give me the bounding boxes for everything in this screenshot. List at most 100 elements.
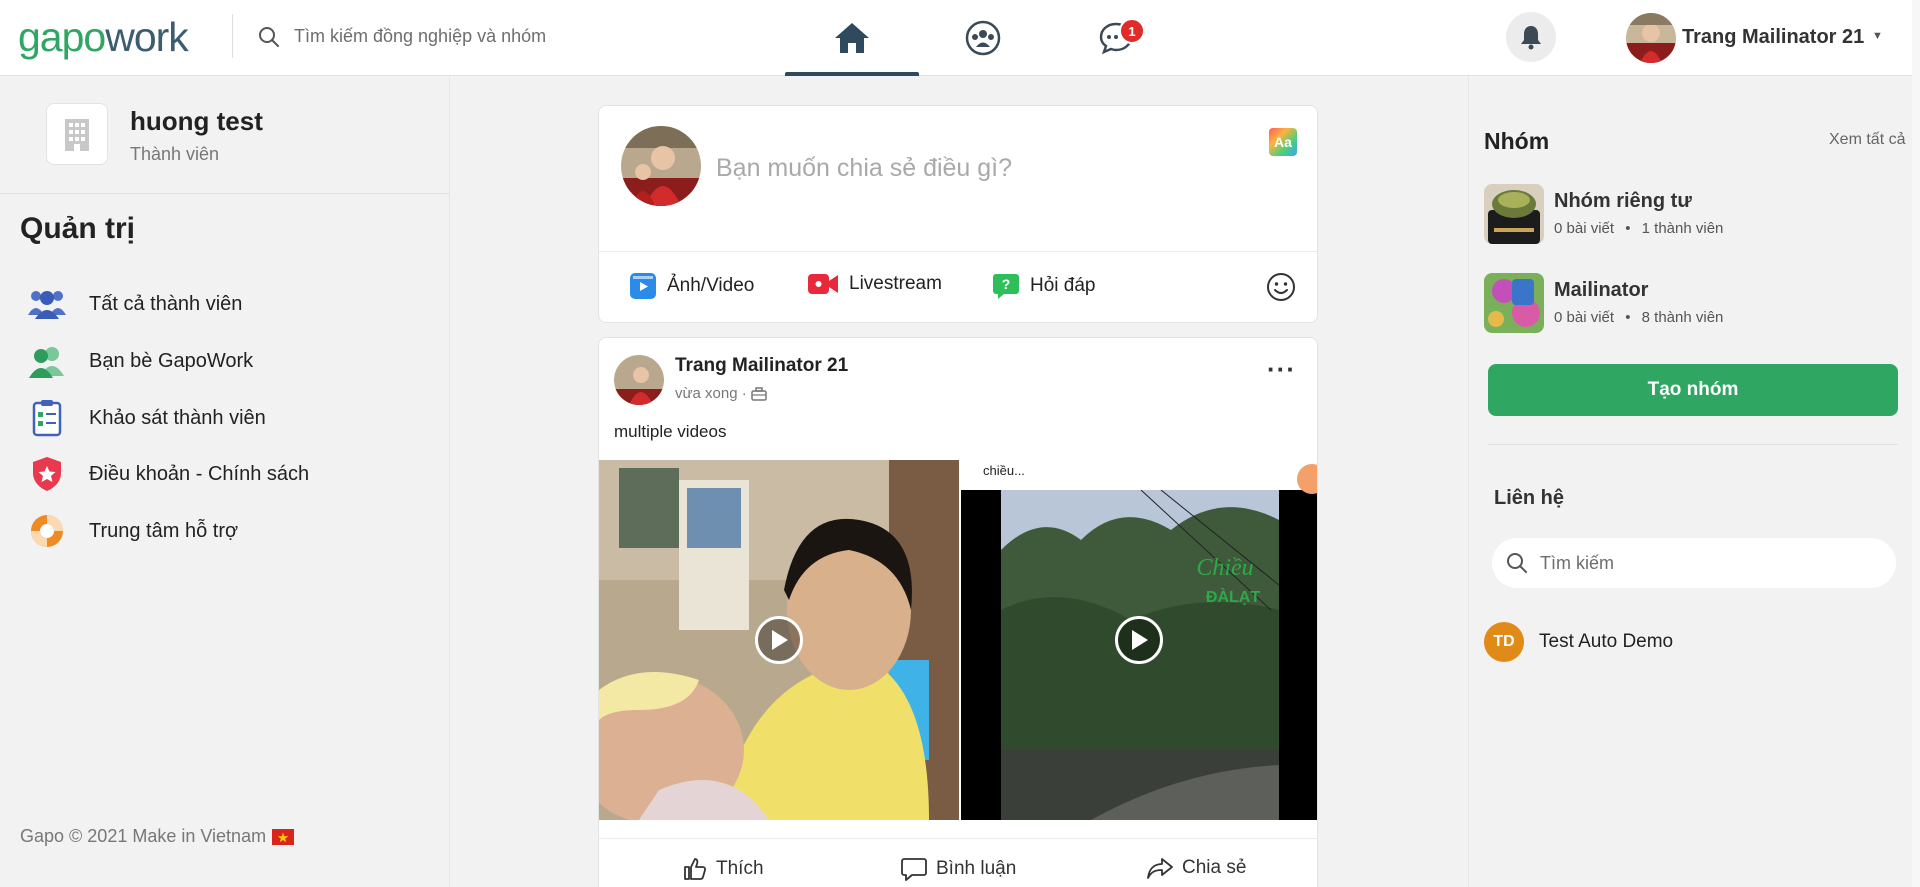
svg-text:?: ? [1002, 276, 1011, 292]
sidebar-divider [1488, 444, 1898, 445]
video-caption: chiều... [983, 463, 1025, 478]
survey-icon [24, 395, 70, 441]
contacts-search-input[interactable]: Tìm kiếm [1492, 538, 1896, 588]
tab-groups[interactable] [916, 0, 1050, 76]
search-icon [259, 27, 279, 47]
video-watermark-bottom: ĐÀLẠT [1206, 587, 1260, 606]
group-meta: 0 bài viết • 1 thành viên [1554, 220, 1723, 237]
user-avatar-photo [1626, 13, 1676, 63]
group-name: Nhóm riêng tư [1554, 190, 1692, 212]
thumbs-up-icon [684, 858, 707, 880]
building-icon [46, 103, 108, 165]
menu-item-member-survey[interactable]: Khảo sát thành viên [24, 395, 424, 441]
post-action-bar: Thích Bình luận Chia sẻ [599, 838, 1317, 887]
post-more-options-button[interactable]: ··· [1267, 354, 1296, 385]
qa-label: Hỏi đáp [1030, 275, 1096, 296]
contacts-search-placeholder: Tìm kiếm [1540, 552, 1614, 573]
user-avatar[interactable] [1626, 13, 1676, 63]
menu-label: Tất cả thành viên [89, 292, 243, 315]
vietnam-flag-icon [272, 828, 295, 845]
composer-input[interactable]: Bạn muốn chia sẻ điều gì? [716, 154, 1012, 183]
right-sidebar: Nhóm Xem tất cả Nhóm riêng tư 0 bài viết… [1468, 76, 1920, 887]
photo-video-label: Ảnh/Video [667, 275, 755, 296]
search-icon [1507, 553, 1527, 573]
left-sidebar: huong test Thành viên Quản trị Tất cả th… [0, 76, 450, 887]
group-item[interactable]: Mailinator 0 bài viết • 8 thành viên [1484, 273, 1904, 335]
post-video-2[interactable]: chiều... Chiều ĐÀLẠT [961, 460, 1317, 820]
composer-avatar [621, 126, 701, 206]
tab-messages[interactable] [1049, 0, 1183, 76]
footer-text: Gapo © 2021 Make in Vietnam [20, 826, 267, 846]
top-navigation-bar: gapowork Tìm kiếm đồng nghiệp và nhóm 1 [0, 0, 1920, 76]
logo-gapo-text: gapo [18, 14, 106, 60]
tab-home[interactable] [785, 0, 919, 76]
page-scrollbar[interactable] [1912, 0, 1920, 887]
video-caption-bar: chiều... [961, 460, 1317, 494]
group-item[interactable]: Nhóm riêng tư 0 bài viết • 1 thành viên [1484, 184, 1904, 246]
menu-item-all-members[interactable]: Tất cả thành viên [24, 281, 424, 327]
like-button[interactable]: Thích [683, 857, 764, 881]
comment-button[interactable]: Bình luận [901, 857, 1016, 881]
photo-video-button[interactable]: Ảnh/Video [629, 272, 754, 300]
play-button[interactable] [1115, 616, 1163, 664]
comment-label: Bình luận [936, 858, 1017, 879]
menu-label: Khảo sát thành viên [89, 406, 266, 429]
meta-dot: • [1625, 220, 1631, 237]
menu-item-support-center[interactable]: Trung tâm hỗ trợ [24, 508, 424, 554]
smiley-icon [1267, 273, 1295, 301]
bell-icon [1521, 26, 1541, 50]
post-video-1[interactable] [599, 460, 959, 820]
notifications-button[interactable] [1506, 12, 1556, 62]
menu-item-terms-policy[interactable]: Điều khoản - Chính sách [24, 451, 424, 497]
organization-card[interactable]: huong test Thành viên [0, 76, 450, 194]
user-name[interactable]: Trang Mailinator 21 [1682, 26, 1864, 49]
post-content-text: multiple videos [614, 422, 727, 441]
feed-post: Trang Mailinator 21 vừa xong · ··· multi… [598, 337, 1318, 887]
play-button[interactable] [755, 616, 803, 664]
emoji-button[interactable] [1266, 272, 1296, 307]
post-timestamp: vừa xong · [675, 385, 767, 402]
group-meta: 0 bài viết • 8 thành viên [1554, 309, 1723, 326]
global-search-input[interactable]: Tìm kiếm đồng nghiệp và nhóm [294, 26, 546, 47]
livestream-button[interactable]: Livestream [807, 272, 942, 296]
menu-label: Bạn bè GapoWork [89, 349, 254, 372]
text-style-button[interactable]: Aa [1269, 128, 1297, 156]
meta-dot: • [1625, 309, 1631, 326]
members-icon [24, 281, 70, 327]
menu-label: Trung tâm hỗ trợ [89, 519, 239, 542]
organization-role: Thành viên [130, 144, 220, 164]
gapowork-logo[interactable]: gapowork [18, 14, 189, 61]
group-name: Mailinator [1554, 279, 1649, 301]
menu-label: Điều khoản - Chính sách [89, 462, 310, 485]
admin-section-title: Quản trị [20, 212, 136, 245]
friends-icon [24, 338, 70, 384]
post-author-avatar[interactable] [614, 355, 664, 405]
like-label: Thích [716, 858, 764, 879]
organization-name: huong test [130, 106, 263, 136]
policy-shield-icon [24, 451, 70, 497]
groups-title: Nhóm [1484, 128, 1550, 154]
qa-button[interactable]: ? Hỏi đáp [992, 272, 1096, 300]
share-button[interactable]: Chia sẻ [1147, 857, 1246, 879]
contacts-title: Liên hệ [1494, 487, 1565, 509]
share-label: Chia sẻ [1182, 857, 1247, 878]
play-icon [772, 630, 788, 650]
groups-icon [965, 20, 1001, 56]
caption-orange-dot [1297, 464, 1317, 494]
contact-item[interactable]: TD Test Auto Demo [1484, 622, 1673, 662]
group-posts-count: 0 bài viết [1554, 220, 1615, 237]
video-watermark-top: Chiều [1196, 555, 1253, 581]
post-author-name[interactable]: Trang Mailinator 21 [675, 355, 848, 377]
group-avatar [1484, 273, 1544, 333]
contact-avatar: TD [1484, 622, 1524, 662]
livestream-label: Livestream [849, 273, 942, 294]
menu-item-gapowork-friends[interactable]: Bạn bè GapoWork [24, 338, 424, 384]
comment-icon [901, 858, 927, 881]
see-all-groups-link[interactable]: Xem tất cả [1829, 131, 1905, 149]
create-group-button[interactable]: Tạo nhóm [1488, 364, 1898, 416]
lifebuoy-icon [24, 508, 70, 554]
livestream-icon [808, 274, 838, 294]
group-avatar [1484, 184, 1544, 244]
chevron-down-icon[interactable]: ▼ [1872, 30, 1883, 42]
qa-icon: ? [993, 274, 1019, 299]
